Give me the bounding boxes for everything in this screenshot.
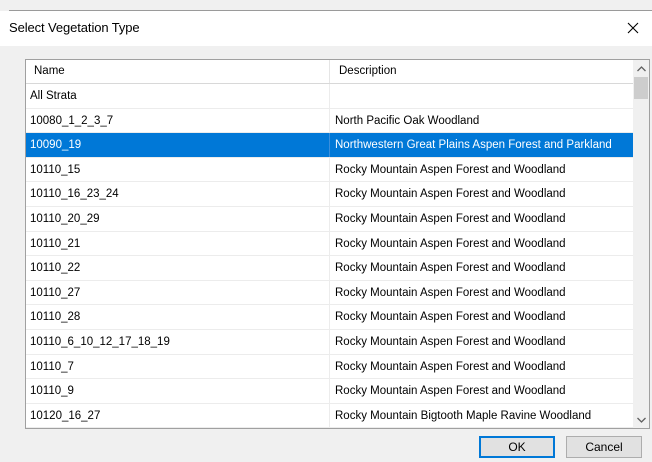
chevron-down-icon [636, 417, 646, 423]
cell-name: 10080_1_2_3_7 [26, 108, 330, 133]
cell-description: North Pacific Oak Woodland [335, 114, 480, 127]
cell-description: Rocky Mountain Aspen Forest and Woodland [335, 262, 566, 275]
table-row[interactable]: 10110_9 Rocky Mountain Aspen Forest and W… [26, 379, 633, 404]
ok-button[interactable]: OK [479, 436, 555, 458]
table-row[interactable]: 10110_6_10_12_17_18_19 Rocky Mountain Asp… [26, 329, 633, 355]
cell-description: Rocky Mountain Aspen Forest and Woodland [335, 335, 566, 348]
cell-name: 10110_9 [26, 379, 330, 404]
close-icon [627, 22, 639, 34]
grid-rows: All Strata 10080_1_2_3_7 North Pacific Oak… [26, 84, 633, 428]
table-row[interactable]: 10110_15 Rocky Mountain Aspen Forest and … [26, 157, 633, 183]
cell-description: Rocky Mountain Aspen Forest and Woodland [335, 286, 566, 299]
cell-name: 10110_20_29 [26, 206, 330, 231]
cell-description: Rocky Mountain Aspen Forest and Woodland [335, 212, 566, 225]
cell-description: Rocky Mountain Bigtooth Maple Ravine Woo… [335, 409, 592, 422]
cell-name: 10090_19 [26, 133, 330, 158]
table-row[interactable]: 10080_1_2_3_7 North Pacific Oak Woodland [26, 108, 633, 134]
dialog-title: Select Vegetation Type [9, 20, 140, 35]
table-row[interactable]: 10110_20_29 Rocky Mountain Aspen Forest a… [26, 206, 633, 232]
table-row[interactable]: All Strata [26, 84, 633, 109]
cell-name: 10110_28 [26, 305, 330, 330]
column-header-name[interactable]: Name [26, 60, 330, 83]
scroll-up-button[interactable] [633, 60, 649, 77]
close-button[interactable] [621, 17, 645, 39]
table-row[interactable]: 10110_28 Rocky Mountain Aspen Forest and … [26, 305, 633, 330]
grid-header: Name Description [26, 60, 633, 84]
cancel-button[interactable]: Cancel [566, 436, 642, 458]
cell-name: 10110_6_10_12_17_18_19 [26, 329, 330, 354]
cell-name: 10110_22 [26, 256, 330, 281]
select-vegetation-dialog: Select Vegetation Type Name Description … [0, 0, 652, 462]
title-bar: Select Vegetation Type [0, 11, 652, 46]
table-row[interactable]: 10110_7 Rocky Mountain Aspen Forest and W… [26, 354, 633, 380]
cell-description: Rocky Mountain Aspen Forest and Woodland [335, 188, 566, 201]
cell-description: Rocky Mountain Aspen Forest and Woodland [335, 311, 566, 324]
cell-name: 10110_16_23_24 [26, 182, 330, 207]
vertical-scrollbar[interactable] [633, 60, 649, 428]
cell-description: Rocky Mountain Aspen Forest and Woodland [335, 163, 566, 176]
cell-name: 10110_7 [26, 354, 330, 379]
cell-name: 10110_27 [26, 280, 330, 305]
cell-name: 10110_15 [26, 157, 330, 182]
cell-description: Rocky Mountain Aspen Forest and Woodland [335, 360, 566, 373]
table-row[interactable]: 10090_19 Northwestern Great Plains Aspen … [26, 133, 633, 158]
chevron-up-icon [636, 65, 646, 71]
table-row[interactable]: 10120_16_27 Rocky Mountain Bigtooth Maple… [26, 403, 633, 428]
scroll-down-button[interactable] [633, 411, 649, 428]
vegetation-type-grid[interactable]: Name Description All Strata 10080_1_2_3_7… [25, 59, 650, 429]
table-row[interactable]: 10110_22 Rocky Mountain Aspen Forest and … [26, 256, 633, 281]
cell-description: Rocky Mountain Aspen Forest and Woodland [335, 237, 566, 250]
cell-name: All Strata [26, 84, 330, 108]
table-row[interactable]: 10110_16_23_24 Rocky Mountain Aspen Fores… [26, 182, 633, 207]
cell-name: 10110_21 [26, 231, 330, 256]
table-row[interactable]: 10110_21 Rocky Mountain Aspen Forest and … [26, 231, 633, 257]
scrollbar-thumb[interactable] [634, 77, 648, 99]
cell-description [330, 84, 633, 108]
table-row[interactable]: 10110_27 Rocky Mountain Aspen Forest and … [26, 280, 633, 306]
cell-description: Rocky Mountain Aspen Forest and Woodland [335, 385, 566, 398]
cell-description: Northwestern Great Plains Aspen Forest a… [335, 139, 612, 152]
column-header-description[interactable]: Description [330, 60, 633, 83]
cell-name: 10120_16_27 [26, 403, 330, 428]
